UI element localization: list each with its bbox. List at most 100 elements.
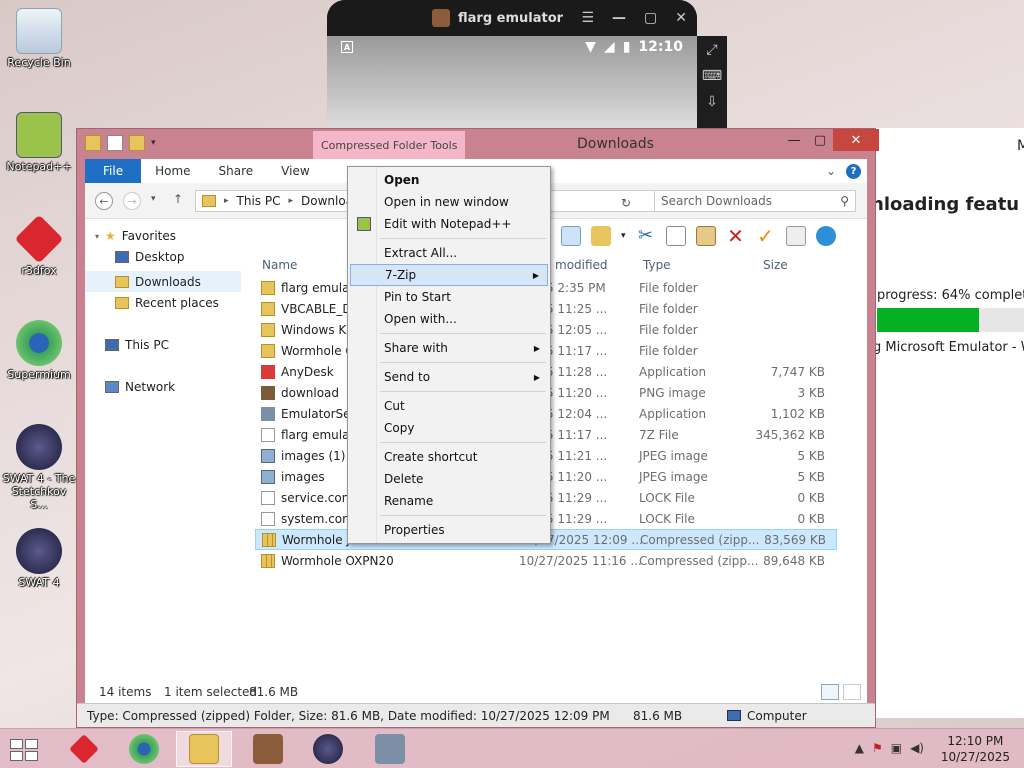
tab-file[interactable]: File [85, 159, 142, 183]
menu-item-edit-notepadpp[interactable]: Edit with Notepad++ [350, 213, 548, 235]
taskbar-r3dfox[interactable] [56, 731, 112, 767]
delete-icon[interactable]: ✕ [726, 226, 746, 246]
paste-icon[interactable] [695, 226, 716, 246]
taskbar-file-explorer[interactable] [176, 731, 232, 767]
qat-dropdown-icon[interactable]: ▾ [151, 138, 156, 148]
file-row[interactable]: Wormhole OXPN20 10/27/2025 11:16 ... Compr… [255, 550, 837, 571]
context-menu: Open Open in new window Edit with Notepa… [347, 166, 551, 544]
tab-share[interactable]: Share [205, 164, 268, 178]
close-icon[interactable]: ✕ [675, 10, 687, 26]
up-button[interactable]: ↑ [173, 192, 183, 206]
taskbar-installer[interactable] [362, 731, 418, 767]
file-type: PNG image [639, 385, 706, 400]
nav-desktop[interactable]: Desktop [115, 250, 185, 264]
fullscreen-icon[interactable]: ⤢ [706, 42, 717, 58]
taskbar-clock[interactable]: 12:10 PM 10/27/2025 [941, 733, 1010, 765]
swat4-icon [16, 424, 62, 470]
column-header-name[interactable]: Name [262, 253, 297, 277]
action-center-flag-icon[interactable]: ⚑ [872, 741, 883, 755]
tab-compressed-folder-tools[interactable]: Compressed Folder Tools [313, 131, 466, 159]
tray-expand-icon[interactable]: ▲ [855, 741, 864, 755]
network-tray-icon[interactable]: ▣ [891, 741, 902, 755]
file-name: Windows Kit [281, 322, 355, 337]
minimize-button[interactable]: — [781, 129, 807, 151]
nav-recent-places[interactable]: Recent places [115, 296, 219, 310]
menu-item-open[interactable]: Open [350, 169, 548, 191]
nav-this-pc[interactable]: This PC [105, 338, 169, 352]
details-view-button[interactable] [821, 684, 839, 700]
background-installer-window: M nloading featu progress: 64% complete … [866, 128, 1024, 718]
volume-icon[interactable]: ◀) [910, 741, 924, 755]
apk-install-icon[interactable]: ⇩ [706, 94, 718, 110]
menu-item-send-to[interactable]: Send to ▶ [350, 366, 548, 388]
breadcrumb-this-pc[interactable]: This PC [237, 194, 281, 208]
nav-favorites[interactable]: ▾ ★ Favorites [95, 229, 176, 243]
desktop-icon-swat4-stetchkov[interactable]: SWAT 4 - The Stetchkov S... [2, 424, 76, 511]
submenu-arrow-icon: ▶ [533, 343, 540, 353]
menu-item-create-shortcut[interactable]: Create shortcut [350, 446, 548, 468]
emulator-logo-icon [432, 9, 450, 27]
emulator-screen[interactable]: A ▼ ◢ ▮ 12:10 [327, 36, 697, 140]
view-pane-icon[interactable] [561, 226, 581, 246]
tab-home[interactable]: Home [141, 164, 204, 178]
notification-a-icon: A [341, 41, 353, 53]
menu-item-7zip[interactable]: 7-Zip ▶ [350, 264, 548, 286]
menu-item-open-new-window[interactable]: Open in new window [350, 191, 548, 213]
desktop-icon-swat4[interactable]: SWAT 4 [2, 528, 76, 589]
tab-view[interactable]: View [267, 164, 323, 178]
scissors-icon[interactable]: ✂ [636, 226, 656, 246]
menu-item-pin-to-start[interactable]: Pin to Start [350, 286, 548, 308]
copy-icon[interactable] [665, 226, 686, 246]
menu-item-rename[interactable]: Rename [350, 490, 548, 512]
minimize-icon[interactable]: — [612, 10, 626, 26]
desktop-icon-notepadpp[interactable]: Notepad++ [2, 112, 76, 173]
keyboard-icon[interactable]: ⌨ [702, 68, 722, 84]
search-input[interactable]: Search Downloads ⚲ [654, 190, 856, 212]
folder-check-icon[interactable] [591, 226, 611, 246]
item-status-bar: 14 items 1 item selected 81.6 MB [85, 681, 867, 703]
large-icons-view-button[interactable] [843, 684, 861, 700]
folder-file-icon [261, 343, 275, 358]
wifi-icon: ▼ [585, 39, 596, 55]
new-folder-icon[interactable] [129, 135, 145, 151]
desktop-icon-r3dfox[interactable]: r3dfox [2, 214, 76, 277]
taskbar-flarg-emulator[interactable] [240, 731, 296, 767]
menu-item-copy[interactable]: Copy [350, 417, 548, 439]
back-button[interactable]: ← [95, 192, 113, 210]
taskbar-supermium[interactable] [116, 731, 172, 767]
nav-downloads[interactable]: Downloads [85, 271, 241, 292]
forward-button[interactable]: → [123, 192, 141, 210]
rename-icon[interactable] [785, 226, 806, 246]
menu-item-delete[interactable]: Delete [350, 468, 548, 490]
r3dfox-icon [69, 734, 99, 764]
menu-icon[interactable]: ☰ [581, 10, 594, 26]
expand-ribbon-icon[interactable]: ⌄ [826, 164, 836, 178]
desktop-icon-recycle-bin[interactable]: Recycle Bin [2, 8, 76, 69]
checkmark-icon[interactable]: ✓ [756, 226, 776, 246]
help-icon[interactable]: ? [846, 163, 861, 179]
refresh-icon[interactable]: ↻ [621, 196, 631, 210]
file-size: 1,102 KB [770, 406, 825, 421]
column-header-date[interactable]: modified [555, 253, 608, 277]
folder-file-icon [261, 322, 275, 337]
menu-item-properties[interactable]: Properties [350, 519, 548, 541]
installer-progress-bar [877, 308, 1024, 332]
dropdown-icon[interactable]: ▾ [621, 231, 626, 241]
taskbar-swat4[interactable] [300, 731, 356, 767]
recent-locations-icon[interactable]: ▾ [151, 194, 156, 204]
close-button[interactable]: ✕ [833, 129, 879, 151]
desktop-icon-supermium[interactable]: Supermium [2, 320, 76, 381]
menu-item-cut[interactable]: Cut [350, 395, 548, 417]
start-button[interactable] [10, 739, 38, 761]
column-header-size[interactable]: Size [763, 253, 788, 277]
maximize-button[interactable]: ▢ [807, 129, 833, 151]
folder-icon[interactable] [85, 135, 101, 151]
properties-icon[interactable] [107, 135, 123, 151]
chat-icon[interactable] [815, 226, 836, 246]
maximize-icon[interactable]: ▢ [644, 10, 657, 26]
menu-item-share-with[interactable]: Share with ▶ [350, 337, 548, 359]
menu-item-open-with[interactable]: Open with... [350, 308, 548, 330]
menu-item-extract-all[interactable]: Extract All... [350, 242, 548, 264]
nav-network[interactable]: Network [105, 380, 175, 394]
column-header-type[interactable]: Type [643, 253, 671, 277]
